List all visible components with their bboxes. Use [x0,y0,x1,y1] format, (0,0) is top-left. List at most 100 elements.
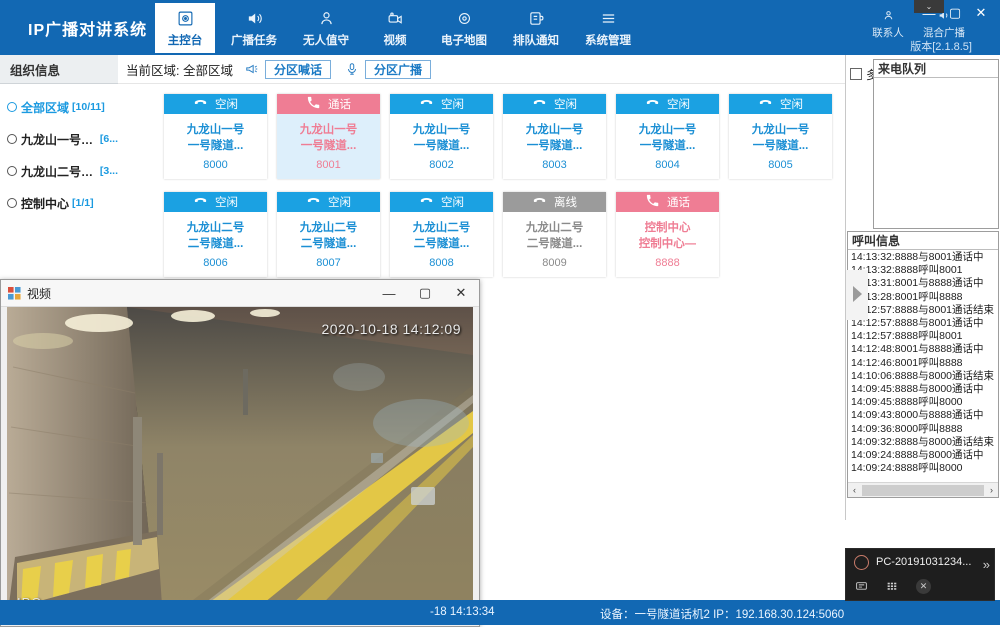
close-button[interactable]: ✕ [968,3,994,23]
play-arrow-icon[interactable]: » [983,557,990,572]
incoming-queue-header: 来电队列 [874,60,998,78]
keypad-icon[interactable] [885,580,900,593]
video-close-button[interactable]: ✕ [443,281,479,306]
sidebar-item-tunnel-2[interactable]: 九龙山二号隧道 [3... [0,162,118,180]
device-extension: 8888 [655,257,680,269]
device-card[interactable]: 空闲 九龙山二号 二号隧道... 8006 [164,192,267,277]
device-name-line1: 九龙山一号 [751,124,810,136]
device-name-line2: 一号隧道... [752,140,809,152]
popup-actions: ✕ [846,575,994,597]
device-body: 九龙山二号 二号隧道... 8006 [164,212,267,277]
tab-unattended[interactable]: 无人值守 [293,3,359,53]
sidebar-header: 组织信息 [0,55,118,84]
current-zone-label: 当前区域: [126,63,180,78]
handset-down-icon [193,193,208,211]
scroll-right-button[interactable]: › [985,484,998,496]
device-card[interactable]: 空闲 九龙山二号 二号隧道... 8008 [390,192,493,277]
floating-client-popup[interactable]: PC-20191031234... ✕ » [845,548,995,601]
video-feed[interactable]: 2020-10-18 14:12:09 IPC [7,307,473,620]
device-card[interactable]: 空闲 九龙山一号 一号隧道... 8002 [390,94,493,179]
menu-icon [600,9,617,29]
zone-shout-button[interactable]: 分区喊话 [264,59,331,79]
right-panel: 多选 来电队列 呼叫信息 14:13:32:8888与8001通话中14:13:… [846,55,1000,600]
tab-broadcast-task[interactable]: 广播任务 [221,3,287,53]
window-controls: — ▢ ✕ [916,3,994,23]
call-log-entry: 14:09:24:8888与8000通话中 [851,449,984,462]
device-status-header: 通话 [616,192,719,212]
queue-icon [528,9,545,29]
device-name-line1: 九龙山二号 [412,222,471,234]
handset-down-icon [419,193,434,211]
app-brand-title: IP广播对讲系统 [28,22,148,39]
device-card[interactable]: 通话 控制中心 控制中心— 8888 [616,192,719,277]
chat-icon[interactable] [854,580,869,593]
window-app-icon [8,286,21,300]
current-zone-text: 当前区域: 全部区域 [126,60,233,79]
contacts-label: 联系人 [872,27,904,39]
tab-electronic-map[interactable]: 电子地图 [431,3,497,53]
device-name-line2: 二号隧道... [526,238,583,250]
sidebar-item-count: [6... [99,133,118,145]
call-log-hscrollbar[interactable]: ‹ › [848,482,998,497]
device-status-label: 空闲 [554,99,577,111]
popup-client-name: PC-20191031234... [876,556,972,568]
sidebar-item-control-center[interactable]: 控制中心 [1/1] [0,194,118,212]
console-icon [177,9,194,29]
speaker-icon [246,9,263,29]
video-maximize-button[interactable]: ▢ [407,281,443,306]
tab-main-console[interactable]: 主控台 [155,3,215,53]
device-status-header: 离线 [503,192,606,212]
video-window-controls: — ▢ ✕ [371,281,479,306]
tab-queue-notice[interactable]: 排队通知 [503,3,569,53]
map-pin-icon [456,9,473,29]
sidebar-item-count: [3... [99,165,118,177]
video-window[interactable]: 视频 — ▢ ✕ 2020-10-18 14:12:09 [0,279,480,627]
status-bar: -18 14:13:34 设备：一号隧道话机2 IP：192.168.30.12… [0,600,1000,625]
minimize-button[interactable]: — [916,3,942,23]
contacts-button[interactable]: 联系人 [860,8,916,40]
device-card[interactable]: 空闲 九龙山二号 二号隧道... 8007 [277,192,380,277]
call-log-list[interactable]: 14:13:32:8888与8001通话中 14:13:32:8888呼叫8001… [848,250,998,476]
device-body: 九龙山一号 一号隧道... 8000 [164,114,267,179]
device-extension: 8008 [429,257,454,269]
incoming-call-queue-panel[interactable]: 来电队列 [873,59,999,229]
device-card[interactable]: 通话 九龙山一号 一号隧道... 8001 [277,94,380,179]
maximize-button[interactable]: ▢ [942,3,968,23]
sidebar-item-tunnel-1[interactable]: 九龙山一号隧道 [6... [0,130,118,148]
multiselect-checkbox[interactable] [850,68,862,80]
zone-broadcast-button[interactable]: 分区广播 [365,59,432,79]
device-extension: 8001 [316,159,341,171]
device-body: 九龙山一号 一号隧道... 8003 [503,114,606,179]
device-body: 九龙山一号 一号隧道... 8004 [616,114,719,179]
handset-down-icon [758,95,773,113]
device-card[interactable]: 离线 九龙山二号 二号隧道... 8009 [503,192,606,277]
sidebar-item-all-zones[interactable]: 全部区域 [10/11] [0,98,118,116]
close-icon[interactable]: ✕ [916,578,931,594]
device-card[interactable]: 空闲 九龙山一号 一号隧道... 8004 [616,94,719,179]
video-window-titlebar[interactable]: 视频 — ▢ ✕ [1,280,479,307]
device-name-line1: 控制中心 [644,222,691,234]
call-info-header: 呼叫信息 [848,232,998,250]
handset-down-icon [532,95,547,113]
tab-system-management[interactable]: 系统管理 [575,3,641,53]
device-card[interactable]: 空闲 九龙山一号 一号隧道... 8005 [729,94,832,179]
video-minimize-button[interactable]: — [371,281,407,306]
device-name-line2: 二号隧道... [187,238,244,250]
call-info-panel[interactable]: 呼叫信息 14:13:32:8888与8001通话中 14:13:32:8888呼… [847,231,999,498]
device-card[interactable]: 空闲九龙山一号 一号隧道... 8000 [164,94,267,179]
device-status-label: 空闲 [780,99,803,111]
scroll-thumb[interactable] [862,484,984,496]
device-card[interactable]: 空闲九龙山一号 一号隧道... 8003 [503,94,606,179]
scroll-left-button[interactable]: ‹ [848,484,861,496]
device-status-header: 空闲 [503,94,606,114]
tab-label: 主控台 [167,34,203,47]
call-log-entry: 14:09:45:8888与8000通话中 [851,383,984,396]
panel-collapse-handle[interactable] [846,270,868,320]
tab-video[interactable]: 视频 [365,3,425,53]
main-nav-tabs: 主控台 广播任务 无人值守 视频 电子地图 排队通知 系统管理 [155,3,647,53]
sidebar-item-label: 九龙山二号隧道 [21,164,97,179]
device-name-line1: 九龙山二号 [299,222,358,234]
device-name-line2: 一号隧道... [300,140,357,152]
device-status-header: 空闲 [729,94,832,114]
device-status-label: 空闲 [215,99,238,111]
